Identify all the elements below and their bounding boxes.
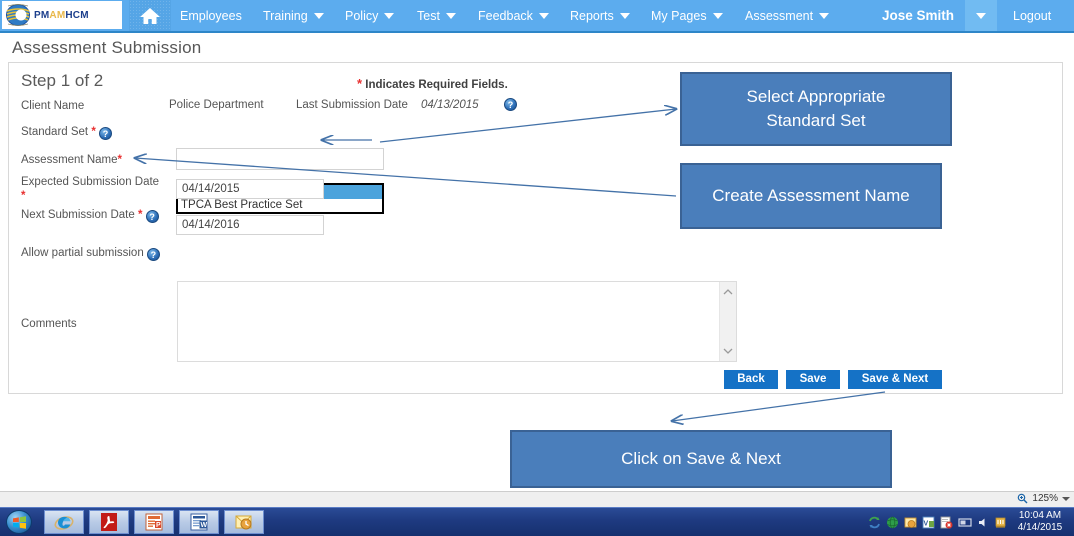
chevron-down-icon [384,13,394,19]
chevron-down-icon [539,13,549,19]
volume-icon[interactable] [977,516,989,529]
required-fields-note: * Indicates Required Fields. [357,76,508,91]
nav-item-training[interactable]: Training [263,0,324,31]
last-submission-help-icon[interactable]: ? [504,98,517,111]
save-button[interactable]: Save [786,370,840,389]
display-icon[interactable] [958,516,972,529]
nav-label: Test [417,9,440,23]
nav-label: Training [263,9,308,23]
required-asterisk: * [357,76,362,91]
chevron-down-icon[interactable] [723,347,733,355]
save-and-next-button[interactable]: Save & Next [848,370,942,389]
taskbar-clock[interactable]: 10:04 AM 4/14/2015 [1012,510,1068,534]
visio-icon[interactable]: V [922,516,935,529]
standard-set-option-tpca[interactable]: TPCA Best Practice Set [178,199,382,213]
zoom-control[interactable]: 125% [1017,493,1070,504]
assessment-name-label: Assessment Name* [21,153,122,167]
callout-text: Select Appropriate Standard Set [747,85,886,133]
next-submission-help-icon[interactable]: ? [146,210,159,223]
comments-scrollbar[interactable] [719,282,736,361]
required-note-text: Indicates Required Fields. [365,79,508,91]
zoom-magnifier-icon [1017,493,1028,504]
client-name-label: Client Name [21,99,84,113]
assessment-name-input[interactable] [176,148,384,170]
callout-save-next: Click on Save & Next [510,430,892,488]
logo-text-hcm: HCM [65,10,88,21]
nav-item-test[interactable]: Test [417,0,456,31]
client-name-value: Police Department [169,99,264,111]
windows-taskbar: P W [0,507,1074,536]
nav-item-employees[interactable]: Employees [180,0,242,31]
next-submission-date-label: Next Submission Date * ? [21,208,166,223]
outlook-tray-icon[interactable] [904,516,917,529]
clock-date: 4/14/2015 [1012,522,1068,534]
svg-text:W: W [201,522,208,529]
callout-text: Create Assessment Name [712,184,909,208]
logout-link[interactable]: Logout [1013,0,1051,31]
standard-set-help-icon[interactable]: ? [99,127,112,140]
powerpoint-icon[interactable]: P [134,510,174,534]
internet-explorer-icon[interactable] [44,510,84,534]
system-tray: V [868,508,1007,536]
windows-start-icon[interactable] [6,510,32,534]
chevron-down-icon [314,13,324,19]
network-globe-icon[interactable] [886,516,899,529]
nav-item-feedback[interactable]: Feedback [478,0,549,31]
expected-submission-date-label: Expected Submission Date * [21,175,166,203]
allow-partial-help-icon[interactable]: ? [147,248,160,261]
error-badge-icon[interactable] [940,516,953,529]
nav-label: Policy [345,9,378,23]
zoom-level-label: 125% [1032,493,1058,504]
back-button[interactable]: Back [724,370,778,389]
expected-submission-date-input[interactable] [176,179,324,199]
outlook-icon[interactable] [224,510,264,534]
home-icon[interactable] [129,0,171,31]
nav-label: Employees [180,9,242,23]
last-submission-date-label: Last Submission Date [296,99,408,111]
globe-icon [5,3,31,27]
callout-text: Click on Save & Next [621,447,781,471]
word-icon[interactable]: W [179,510,219,534]
clock-time: 10:04 AM [1012,510,1068,522]
svg-text:V: V [924,520,929,527]
svg-text:P: P [156,522,161,529]
callout-standard-set: Select Appropriate Standard Set [680,72,952,146]
callout-assessment-name: Create Assessment Name [680,163,942,229]
chevron-down-icon [620,13,630,19]
nav-item-reports[interactable]: Reports [570,0,630,31]
nav-label: Feedback [478,9,533,23]
user-menu-chevron-down-icon[interactable] [965,0,997,31]
chevron-down-icon [446,13,456,19]
nav-item-policy[interactable]: Policy [345,0,394,31]
nav-label: Assessment [745,9,813,23]
top-navigation-bar: PMAMHCM Employees Training Policy Test F… [0,0,1074,33]
chevron-down-icon[interactable] [1062,497,1070,501]
update-icon[interactable] [994,516,1007,529]
chevron-up-icon[interactable] [723,288,733,296]
browser-status-bar: 125% [0,491,1074,508]
allow-partial-submission-label: Allow partial submission ? [21,246,166,261]
nav-label: My Pages [651,9,707,23]
logo-text-am: AM [49,10,65,21]
nav-item-my-pages[interactable]: My Pages [651,0,723,31]
app-logo[interactable]: PMAMHCM [2,1,122,29]
chevron-down-icon [713,13,723,19]
adobe-acrobat-icon[interactable] [89,510,129,534]
logo-text-pm: PM [34,10,49,21]
standard-set-label: Standard Set * ? [21,125,112,140]
step-indicator: Step 1 of 2 [21,71,103,91]
nav-label: Reports [570,9,614,23]
next-submission-date-input[interactable] [176,215,324,235]
comments-textarea[interactable] [177,281,737,362]
sync-icon[interactable] [868,516,881,529]
nav-item-assessment[interactable]: Assessment [745,0,829,31]
page-title: Assessment Submission [12,38,201,58]
user-name-label[interactable]: Jose Smith [882,0,954,31]
chevron-down-icon [819,13,829,19]
comments-label: Comments [21,317,77,331]
last-submission-date-value: 04/13/2015 [421,99,479,111]
